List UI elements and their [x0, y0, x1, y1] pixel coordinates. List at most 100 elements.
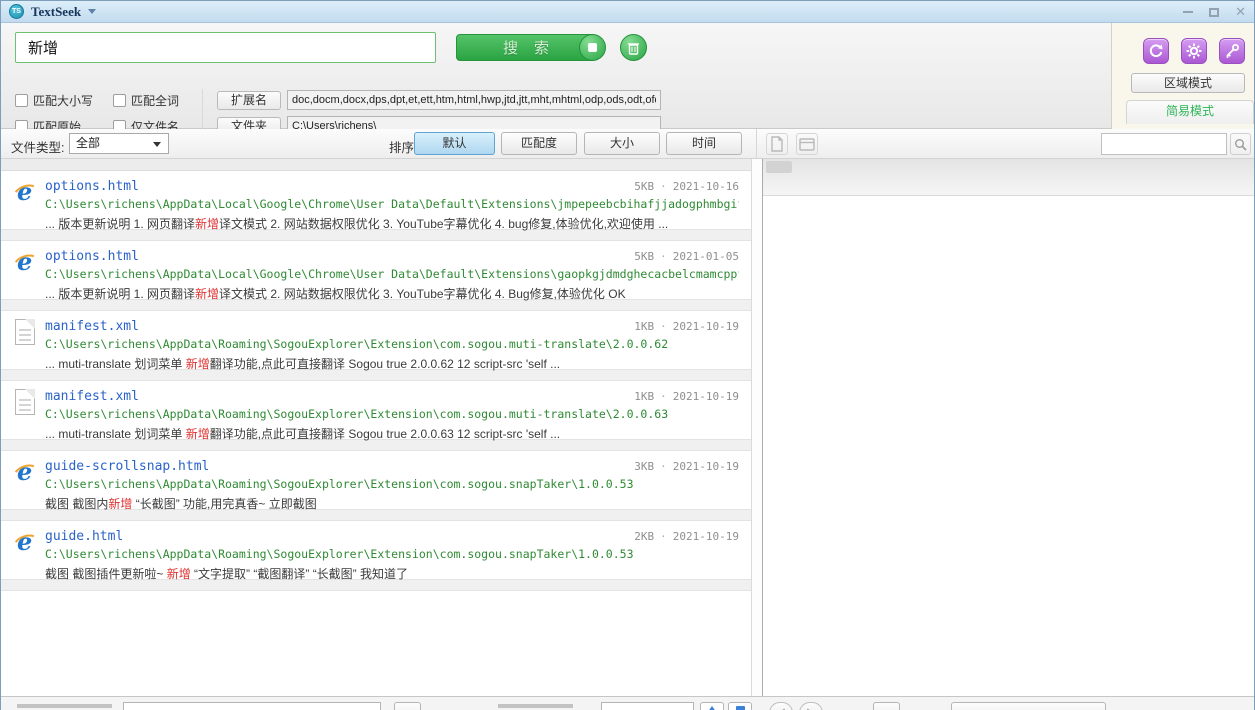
result-path: C:\Users\richens\AppData\Local\Google\Ch… [45, 197, 739, 211]
bottom-input[interactable] [601, 702, 694, 710]
next-match-button[interactable]: ▶ [799, 702, 823, 710]
result-row[interactable]: e 5KB·2021-10-16 options.html C:\Users\r… [1, 171, 751, 229]
xml-file-icon [15, 389, 35, 415]
square-icon [736, 706, 745, 710]
stop-button[interactable] [579, 34, 606, 61]
prev-match-button[interactable]: ◀ [769, 702, 793, 710]
stop-scroll-button[interactable] [728, 702, 752, 710]
title-bar: TS TextSeek ✕ [1, 1, 1254, 23]
results-toolbar: 文件类型: 全部 排序: 默认 匹配度 大小 时间 [1, 129, 1254, 159]
result-meta: 1KB·2021-10-19 [634, 390, 739, 403]
preview-window-button[interactable] [796, 133, 818, 155]
highlight: 新增 [195, 217, 219, 231]
xml-file-icon [15, 319, 35, 345]
result-snippet: ... 版本更新说明 1. 网页翻译新增译文模式 2. 网站数据权限优化 3. … [45, 215, 739, 232]
preview-search-input[interactable] [1101, 133, 1227, 155]
app-logo-icon: TS [9, 4, 24, 19]
divider [1, 159, 751, 171]
bottom-small-button[interactable] [394, 702, 421, 710]
result-row[interactable]: 1KB·2021-10-19 manifest.xml C:\Users\ric… [1, 381, 751, 439]
refresh-icon [1148, 43, 1164, 59]
checkbox-box[interactable] [15, 94, 28, 107]
highlight: 新增 [167, 567, 191, 581]
result-path: C:\Users\richens\AppData\Local\Google\Ch… [45, 267, 739, 281]
settings-button[interactable] [1181, 38, 1207, 64]
search-button[interactable]: 搜索 [456, 34, 596, 61]
html-file-icon: e [12, 459, 38, 485]
gear-icon [1186, 43, 1202, 59]
preview-header-band [763, 159, 1254, 196]
result-snippet: 截图 截图插件更新啦~ 新增 “文字提取” “截图翻译” “长截图” 我知道了 [45, 565, 739, 582]
highlight: 新增 [186, 357, 210, 371]
bottom-input[interactable] [123, 702, 381, 710]
result-row[interactable]: e 5KB·2021-01-05 options.html C:\Users\r… [1, 241, 751, 299]
html-file-icon: e [12, 249, 38, 275]
preview-document-button[interactable] [766, 133, 788, 155]
trash-icon [627, 41, 640, 55]
maximize-button[interactable] [1209, 8, 1219, 17]
highlight: 新增 [108, 497, 132, 511]
extensions-button[interactable]: 扩展名 [217, 91, 281, 110]
simple-mode-tab[interactable]: 简易模式 [1126, 100, 1254, 124]
key-icon [1224, 43, 1240, 59]
result-snippet: ... 版本更新说明 1. 网页翻译新增译文模式 2. 网站数据权限优化 3. … [45, 285, 739, 302]
clear-button[interactable] [620, 34, 647, 61]
title-menu-chevron-down-icon[interactable] [88, 9, 96, 14]
window-icon [799, 138, 815, 151]
bottom-label [498, 704, 573, 708]
result-path: C:\Users\richens\AppData\Roaming\SogouEx… [45, 337, 739, 351]
divider [756, 129, 757, 158]
up-arrow-icon [707, 706, 717, 710]
checkbox-match-case[interactable]: 匹配大小写 [15, 92, 93, 109]
result-row[interactable]: e 2KB·2021-10-19 guide.html C:\Users\ric… [1, 521, 751, 579]
result-snippet: ... muti-translate 划词菜单 新增翻译功能,点此可直接翻译 S… [45, 355, 739, 372]
bottom-label [17, 704, 112, 708]
close-button[interactable]: ✕ [1235, 7, 1246, 17]
html-file-icon: e [12, 529, 38, 555]
license-button[interactable] [1219, 38, 1245, 64]
result-meta: 5KB·2021-01-05 [634, 250, 739, 263]
preview-search-button[interactable] [1230, 133, 1251, 155]
result-meta: 2KB·2021-10-19 [634, 530, 739, 543]
extensions-field[interactable] [287, 90, 661, 110]
sort-time-button[interactable]: 时间 [666, 132, 742, 155]
results-list: e 5KB·2021-10-16 options.html C:\Users\r… [1, 159, 752, 696]
result-path: C:\Users\richens\AppData\Roaming\SogouEx… [45, 547, 739, 561]
region-mode-button[interactable]: 区域模式 [1131, 73, 1245, 93]
highlight: 新增 [195, 287, 219, 301]
scroll-top-button[interactable] [700, 702, 724, 710]
result-meta: 1KB·2021-10-19 [634, 320, 739, 333]
bottom-small-button[interactable] [873, 702, 900, 710]
sort-size-button[interactable]: 大小 [584, 132, 660, 155]
app-title: TextSeek [31, 4, 81, 20]
document-icon [770, 136, 784, 152]
sort-default-button[interactable]: 默认 [414, 132, 495, 155]
result-path: C:\Users\richens\AppData\Roaming\SogouEx… [45, 477, 739, 491]
checkbox-box[interactable] [113, 94, 126, 107]
preview-tab[interactable] [766, 161, 792, 173]
preview-pane [762, 159, 1254, 696]
result-snippet: ... muti-translate 划词菜单 新增翻译功能,点此可直接翻译 S… [45, 425, 739, 442]
search-icon [1234, 138, 1247, 151]
bottom-bar: ◀ ▶ [1, 696, 1254, 710]
filetype-label: 文件类型: [11, 137, 64, 156]
results-scrollbar[interactable] [752, 159, 762, 696]
result-snippet: 截图 截图内新增 “长截图” 功能,用完真香~ 立即截图 [45, 495, 739, 512]
sort-relevance-button[interactable]: 匹配度 [501, 132, 577, 155]
result-path: C:\Users\richens\AppData\Roaming\SogouEx… [45, 407, 739, 421]
highlight: 新增 [186, 427, 210, 441]
html-file-icon: e [12, 179, 38, 205]
refresh-button[interactable] [1143, 38, 1169, 64]
filetype-dropdown[interactable]: 全部 [69, 133, 169, 154]
result-row[interactable]: e 3KB·2021-10-19 guide-scrollsnap.html C… [1, 451, 751, 509]
search-input[interactable] [15, 32, 436, 63]
checkbox-match-whole-word[interactable]: 匹配全词 [113, 92, 179, 109]
result-meta: 3KB·2021-10-19 [634, 460, 739, 473]
search-header: 搜索 匹配大小写 匹配全词 匹配原始 仅文件名 扩展名 文件夹 [1, 23, 1254, 129]
minimize-button[interactable] [1183, 11, 1193, 13]
stop-icon [588, 43, 597, 52]
result-row[interactable]: 1KB·2021-10-19 manifest.xml C:\Users\ric… [1, 311, 751, 369]
bottom-wide-button[interactable] [951, 702, 1106, 710]
chevron-down-icon [153, 142, 161, 147]
divider [202, 89, 203, 133]
